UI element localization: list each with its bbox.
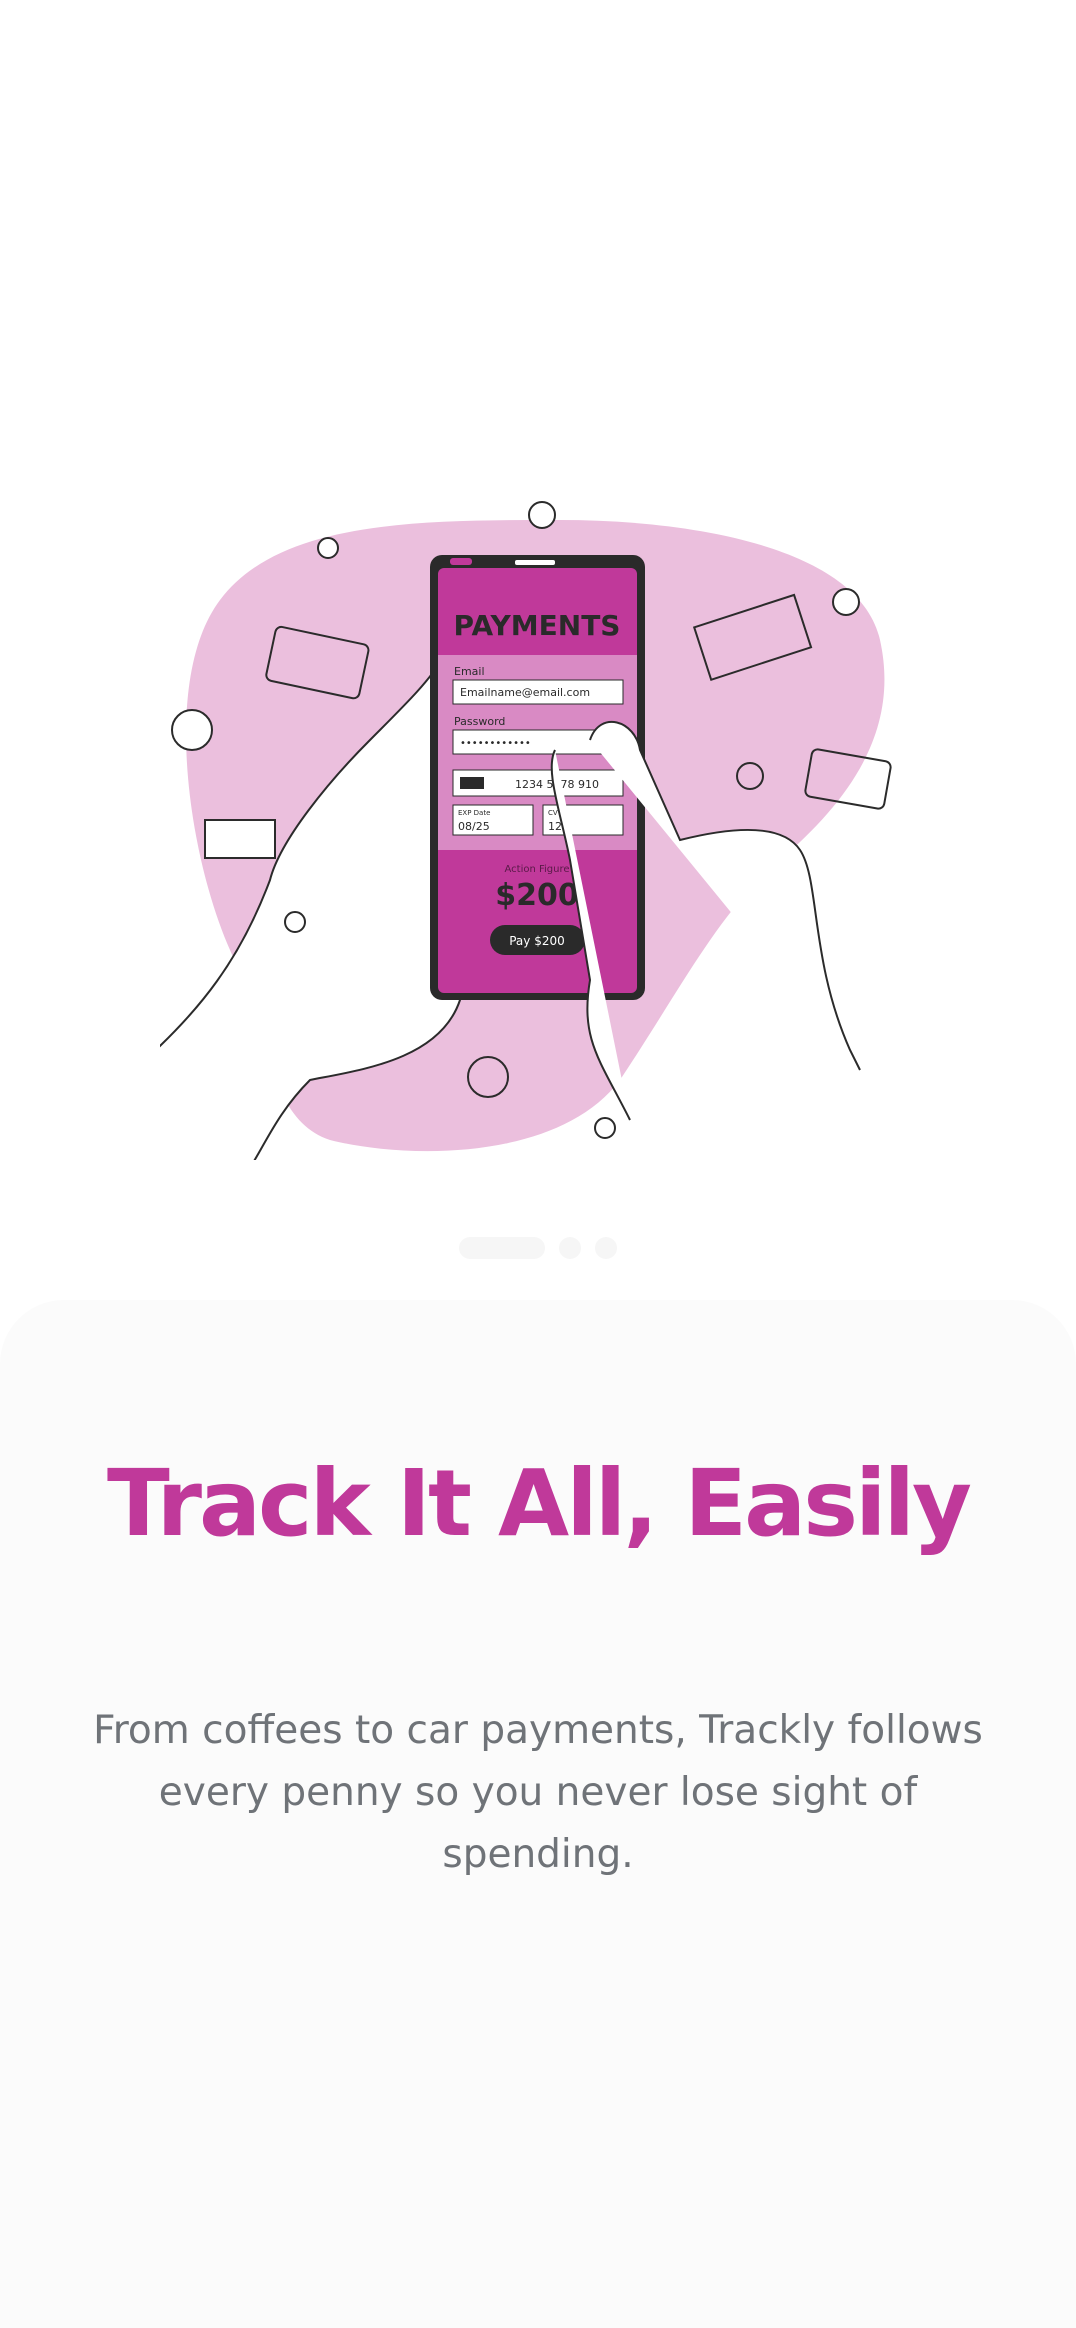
svg-text:Email: Email xyxy=(454,665,485,678)
svg-text:Action Figure: Action Figure xyxy=(504,864,569,875)
coin-icon xyxy=(528,501,556,529)
svg-text:Password: Password xyxy=(454,715,505,728)
payment-illustration: PAYMENTS Email Emailname@email.com Passw… xyxy=(160,501,892,1160)
svg-text:Emailname@email.com: Emailname@email.com xyxy=(460,686,590,699)
svg-text:••••••••••••: •••••••••••• xyxy=(460,738,531,749)
content-sheet: Track It All, Easily From coffees to car… xyxy=(0,1300,1076,2328)
svg-text:Pay $200: Pay $200 xyxy=(509,934,565,948)
phone-heading: PAYMENTS xyxy=(454,609,621,642)
page-dot[interactable] xyxy=(595,1237,617,1259)
coin-icon xyxy=(171,709,213,751)
svg-text:EXP Date: EXP Date xyxy=(458,809,490,817)
coin-icon xyxy=(832,588,860,616)
page-dot[interactable] xyxy=(559,1237,581,1259)
banknote-icon-left xyxy=(204,819,276,859)
onboarding-title: Track It All, Easily xyxy=(106,1450,972,1557)
hero-section: PAYMENTS Email Emailname@email.com Passw… xyxy=(0,0,1076,1300)
page-indicator xyxy=(0,1236,1076,1260)
onboarding-description: From coffees to car payments, Trackly fo… xyxy=(93,1708,983,1877)
svg-text:08/25: 08/25 xyxy=(458,820,490,833)
svg-text:$200: $200 xyxy=(495,878,579,913)
coin-icon xyxy=(594,1117,616,1139)
coin-icon xyxy=(317,537,339,559)
page-dot-active[interactable] xyxy=(459,1237,545,1259)
